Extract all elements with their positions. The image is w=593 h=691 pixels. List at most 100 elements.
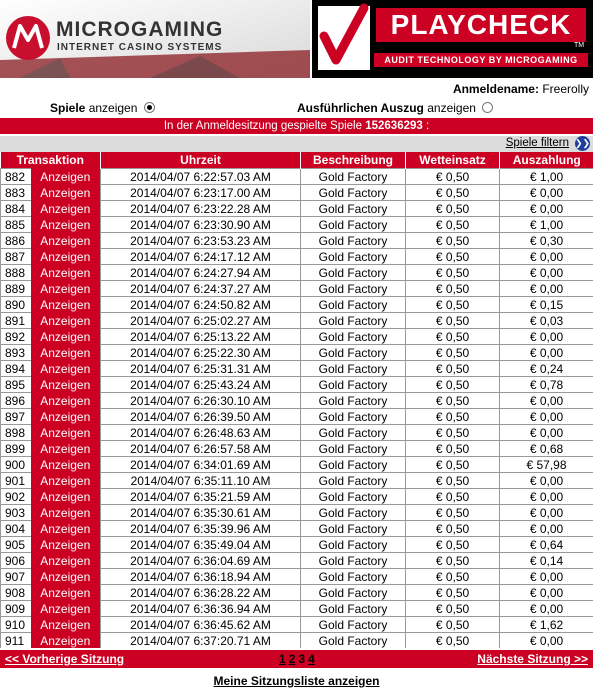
page-link-4[interactable]: 4 bbox=[308, 652, 315, 666]
bet-cell: € 0,50 bbox=[405, 424, 500, 441]
time-cell: 2014/04/07 6:25:22.30 AM bbox=[100, 344, 301, 361]
payout-cell: € 0,00 bbox=[499, 424, 593, 441]
time-cell: 2014/04/07 6:24:37.27 AM bbox=[100, 280, 301, 297]
payout-cell: € 0,00 bbox=[499, 248, 593, 265]
show-transaction-link[interactable]: Anzeigen bbox=[30, 248, 101, 265]
table-row: 884 Anzeigen 2014/04/07 6:23:22.28 AM Gold … bbox=[0, 200, 593, 217]
table-row: 903 Anzeigen 2014/04/07 6:35:30.61 AM Gold … bbox=[0, 504, 593, 521]
show-transaction-link[interactable]: Anzeigen bbox=[30, 552, 101, 569]
description-cell: Gold Factory bbox=[300, 488, 406, 505]
bet-cell: € 0,50 bbox=[405, 232, 500, 249]
payout-cell: € 0,00 bbox=[499, 584, 593, 601]
description-cell: Gold Factory bbox=[300, 584, 406, 601]
table-row: 883 Anzeigen 2014/04/07 6:23:17.00 AM Gold … bbox=[0, 184, 593, 201]
show-transaction-link[interactable]: Anzeigen bbox=[30, 328, 101, 345]
description-cell: Gold Factory bbox=[300, 168, 406, 185]
payout-cell: € 0,00 bbox=[499, 600, 593, 617]
show-transaction-link[interactable]: Anzeigen bbox=[30, 360, 101, 377]
table-row: 895 Anzeigen 2014/04/07 6:25:43.24 AM Gold … bbox=[0, 376, 593, 393]
show-transaction-link[interactable]: Anzeigen bbox=[30, 280, 101, 297]
bet-cell: € 0,50 bbox=[405, 616, 500, 633]
table-row: 882 Anzeigen 2014/04/07 6:22:57.03 AM Gold … bbox=[0, 168, 593, 185]
description-cell: Gold Factory bbox=[300, 264, 406, 281]
show-transaction-link[interactable]: Anzeigen bbox=[30, 536, 101, 553]
transaction-id: 890 bbox=[0, 296, 31, 313]
session-suffix: : bbox=[422, 120, 430, 132]
time-cell: 2014/04/07 6:36:04.69 AM bbox=[100, 552, 301, 569]
show-transaction-link[interactable]: Anzeigen bbox=[30, 456, 101, 473]
bet-cell: € 0,50 bbox=[405, 168, 500, 185]
next-session-link[interactable]: Nächste Sitzung >> bbox=[477, 652, 588, 666]
option-show-detail[interactable]: Ausführlichen Auszug anzeigen bbox=[297, 101, 494, 115]
transaction-id: 902 bbox=[0, 488, 31, 505]
show-transaction-link[interactable]: Anzeigen bbox=[30, 424, 101, 441]
payout-cell: € 0,00 bbox=[499, 344, 593, 361]
show-transaction-link[interactable]: Anzeigen bbox=[30, 264, 101, 281]
transactions-table: Transaktion Uhrzeit Beschreibung Wettein… bbox=[0, 152, 593, 648]
show-transaction-link[interactable]: Anzeigen bbox=[30, 312, 101, 329]
time-cell: 2014/04/07 6:25:02.27 AM bbox=[100, 312, 301, 329]
show-transaction-link[interactable]: Anzeigen bbox=[30, 504, 101, 521]
table-row: 904 Anzeigen 2014/04/07 6:35:39.96 AM Gold … bbox=[0, 520, 593, 537]
double-chevron-down-icon[interactable]: ❯❯ bbox=[575, 136, 590, 151]
time-cell: 2014/04/07 6:25:43.24 AM bbox=[100, 376, 301, 393]
table-row: 899 Anzeigen 2014/04/07 6:26:57.58 AM Gold … bbox=[0, 440, 593, 457]
bet-cell: € 0,50 bbox=[405, 264, 500, 281]
filter-games-link[interactable]: Spiele filtern bbox=[506, 137, 569, 149]
bet-cell: € 0,50 bbox=[405, 632, 500, 648]
time-cell: 2014/04/07 6:23:53.23 AM bbox=[100, 232, 301, 249]
table-row: 891 Anzeigen 2014/04/07 6:25:02.27 AM Gold … bbox=[0, 312, 593, 329]
page-link-1[interactable]: 1 bbox=[279, 652, 286, 666]
page-link-2[interactable]: 2 bbox=[289, 652, 296, 666]
show-transaction-link[interactable]: Anzeigen bbox=[30, 616, 101, 633]
show-transaction-link[interactable]: Anzeigen bbox=[30, 600, 101, 617]
session-list-link[interactable]: Meine Sitzungsliste anzeigen bbox=[213, 674, 379, 688]
show-transaction-link[interactable]: Anzeigen bbox=[30, 200, 101, 217]
radio-games[interactable] bbox=[143, 102, 155, 114]
transaction-id: 888 bbox=[0, 264, 31, 281]
table-row: 900 Anzeigen 2014/04/07 6:34:01.69 AM Gold … bbox=[0, 456, 593, 473]
previous-session-link[interactable]: << Vorherige Sitzung bbox=[5, 652, 124, 666]
time-cell: 2014/04/07 6:35:21.59 AM bbox=[100, 488, 301, 505]
description-cell: Gold Factory bbox=[300, 600, 406, 617]
show-transaction-link[interactable]: Anzeigen bbox=[30, 408, 101, 425]
header: MICROGAMING INTERNET CASINO SYSTEMS PLAY… bbox=[0, 0, 593, 78]
payout-cell: € 0,78 bbox=[499, 376, 593, 393]
transaction-id: 889 bbox=[0, 280, 31, 297]
option-show-games[interactable]: Spiele anzeigen bbox=[50, 101, 155, 115]
show-transaction-link[interactable]: Anzeigen bbox=[30, 168, 101, 185]
show-transaction-link[interactable]: Anzeigen bbox=[30, 216, 101, 233]
time-cell: 2014/04/07 6:24:17.12 AM bbox=[100, 248, 301, 265]
bet-cell: € 0,50 bbox=[405, 296, 500, 313]
checkmark-icon bbox=[318, 3, 370, 70]
time-cell: 2014/04/07 6:23:30.90 AM bbox=[100, 216, 301, 233]
show-transaction-link[interactable]: Anzeigen bbox=[30, 632, 101, 648]
transaction-id: 896 bbox=[0, 392, 31, 409]
header-transaction: Transaktion bbox=[0, 152, 101, 169]
show-transaction-link[interactable]: Anzeigen bbox=[30, 584, 101, 601]
bet-cell: € 0,50 bbox=[405, 408, 500, 425]
show-transaction-link[interactable]: Anzeigen bbox=[30, 520, 101, 537]
show-transaction-link[interactable]: Anzeigen bbox=[30, 568, 101, 585]
transaction-id: 884 bbox=[0, 200, 31, 217]
description-cell: Gold Factory bbox=[300, 296, 406, 313]
description-cell: Gold Factory bbox=[300, 536, 406, 553]
bet-cell: € 0,50 bbox=[405, 488, 500, 505]
login-row: Anmeldename: Freerolly bbox=[0, 82, 589, 96]
show-transaction-link[interactable]: Anzeigen bbox=[30, 488, 101, 505]
show-transaction-link[interactable]: Anzeigen bbox=[30, 392, 101, 409]
time-cell: 2014/04/07 6:36:45.62 AM bbox=[100, 616, 301, 633]
show-transaction-link[interactable]: Anzeigen bbox=[30, 376, 101, 393]
login-value: Freerolly bbox=[542, 82, 589, 96]
payout-cell: € 0,64 bbox=[499, 536, 593, 553]
session-id: 152636293 bbox=[365, 120, 423, 132]
show-transaction-link[interactable]: Anzeigen bbox=[30, 184, 101, 201]
show-transaction-link[interactable]: Anzeigen bbox=[30, 344, 101, 361]
show-transaction-link[interactable]: Anzeigen bbox=[30, 472, 101, 489]
radio-detail[interactable] bbox=[482, 102, 494, 114]
show-transaction-link[interactable]: Anzeigen bbox=[30, 296, 101, 313]
show-transaction-link[interactable]: Anzeigen bbox=[30, 232, 101, 249]
show-transaction-link[interactable]: Anzeigen bbox=[30, 440, 101, 457]
description-cell: Gold Factory bbox=[300, 472, 406, 489]
bet-cell: € 0,50 bbox=[405, 600, 500, 617]
